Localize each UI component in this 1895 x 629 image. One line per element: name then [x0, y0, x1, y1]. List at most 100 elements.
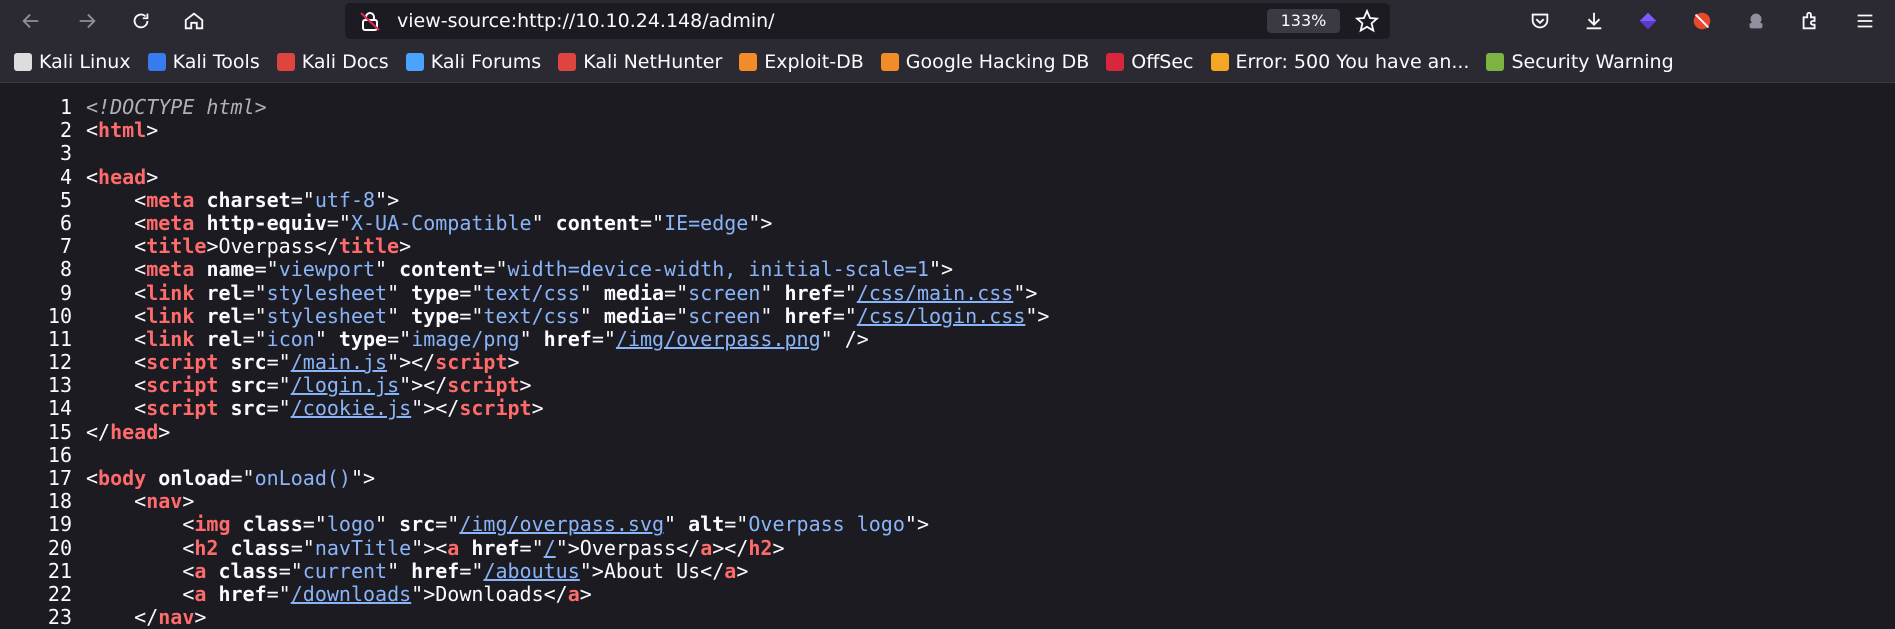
source-code: </nav>	[86, 606, 206, 629]
source-token: ">About Us</	[579, 558, 725, 583]
reload-icon[interactable]	[124, 4, 158, 38]
source-link[interactable]: /cookie.js	[291, 396, 411, 420]
source-token: <	[86, 187, 147, 212]
source-token: "	[387, 303, 412, 328]
zoom-level-badge[interactable]: 133%	[1267, 9, 1340, 33]
source-token: link	[146, 303, 195, 328]
source-token: navTitle	[314, 535, 412, 560]
bookmark-item[interactable]: Kali Forums	[405, 51, 541, 73]
line-number: 13	[47, 373, 72, 398]
source-token: href	[543, 326, 592, 351]
bookmark-item[interactable]: Exploit-DB	[739, 51, 864, 73]
bookmark-item[interactable]: Kali Tools	[147, 51, 260, 73]
source-token: icon	[266, 326, 315, 351]
source-token: script	[146, 396, 219, 421]
bookmark-item[interactable]: Google Hacking DB	[880, 51, 1089, 73]
source-line: 16	[0, 442, 1895, 467]
line-number: 11	[47, 326, 72, 351]
source-token: >	[772, 535, 785, 560]
source-line: 11 <link rel="icon" type="image/png" hre…	[0, 326, 1895, 351]
source-link[interactable]: /css/main.css	[857, 281, 1014, 305]
source-token: screen	[688, 280, 761, 305]
source-token: ="	[266, 396, 291, 421]
source-token: onLoad()	[254, 466, 351, 490]
extension-icon[interactable]	[1631, 4, 1665, 38]
source-token: ">Overpass</	[555, 535, 701, 560]
source-token: a	[567, 581, 580, 606]
source-token: meta	[146, 257, 195, 282]
source-token: <	[86, 257, 147, 282]
source-token: <	[86, 303, 147, 328]
source-link[interactable]: /img/overpass.png	[616, 327, 821, 351]
line-number: 16	[47, 442, 72, 467]
source-link[interactable]: /	[544, 536, 556, 560]
menu-icon[interactable]	[1848, 4, 1882, 38]
source-link[interactable]: /aboutus	[483, 559, 579, 583]
source-line: 17 <body onload="onLoad()">	[0, 466, 1895, 490]
source-link[interactable]: /downloads	[291, 582, 411, 606]
source-link[interactable]: /img/overpass.svg	[459, 512, 664, 536]
source-token: ="	[387, 326, 412, 351]
source-link[interactable]: /main.js	[291, 350, 387, 374]
source-token: "></	[411, 396, 460, 421]
line-number: 7	[59, 234, 72, 259]
source-token: <	[86, 512, 195, 537]
bookmark-favicon-icon	[276, 52, 295, 71]
source-link[interactable]: /css/login.css	[857, 304, 1026, 328]
extension-icon[interactable]	[1685, 4, 1719, 38]
bookmark-favicon-icon	[1486, 52, 1505, 71]
source-line: 7 <title>Overpass</title>	[0, 234, 1895, 259]
source-token	[194, 188, 206, 212]
source-token: media	[603, 303, 665, 328]
source-link[interactable]: /login.js	[291, 373, 399, 397]
bookmark-label: Security Warning	[1511, 50, 1674, 73]
source-line: 23 </nav>	[0, 605, 1895, 629]
source-token: script	[435, 350, 508, 375]
source-token: ">	[1025, 303, 1050, 328]
bookmark-item[interactable]: Kali NetHunter	[558, 51, 722, 73]
bookmark-star-icon[interactable]	[1355, 9, 1379, 33]
source-token: class	[230, 535, 291, 560]
source-line: 2 <html>	[0, 118, 1895, 143]
source-token: "	[579, 303, 604, 328]
bookmark-item[interactable]: Error: 500 You have an...	[1210, 51, 1469, 73]
source-line: 14 <script src="/cookie.js"></script>	[0, 397, 1895, 420]
extension-icon[interactable]	[1739, 4, 1773, 38]
source-token: media	[603, 280, 665, 305]
line-number: 15	[47, 419, 72, 444]
source-token: h2	[748, 535, 773, 560]
back-icon[interactable]	[14, 4, 48, 38]
source-token: head	[110, 419, 159, 444]
source-token: script	[459, 396, 532, 421]
source-token: ="	[832, 303, 857, 328]
line-number: 18	[47, 489, 72, 514]
source-token: "	[531, 210, 556, 235]
url-bar[interactable]: view-source:http://10.10.24.148/admin/ 1…	[345, 3, 1390, 39]
url-text[interactable]: view-source:http://10.10.24.148/admin/	[397, 3, 775, 39]
pocket-icon[interactable]	[1523, 4, 1557, 38]
bookmark-item[interactable]: Security Warning	[1486, 50, 1674, 73]
bookmark-item[interactable]: Kali Docs	[276, 51, 389, 73]
bookmark-favicon-icon	[405, 52, 424, 71]
extensions-icon[interactable]	[1793, 4, 1827, 38]
download-icon[interactable]	[1577, 4, 1611, 38]
source-token: </	[86, 419, 111, 444]
source-token: class	[218, 558, 279, 583]
source-token: text/css	[483, 280, 580, 305]
source-token: viewport	[278, 257, 376, 282]
bookmark-favicon-icon	[880, 52, 899, 71]
bookmark-item[interactable]: Kali Linux	[14, 51, 131, 73]
bookmark-item[interactable]: OffSec	[1106, 51, 1194, 73]
source-token: link	[146, 326, 195, 351]
forward-icon[interactable]	[70, 4, 104, 38]
source-code: <script src="/login.js"></script>	[86, 373, 531, 397]
source-token: rel	[206, 303, 243, 328]
home-icon[interactable]	[177, 4, 211, 38]
source-token: >	[146, 118, 159, 143]
insecure-lock-icon	[360, 12, 380, 31]
source-token: http-equiv	[206, 210, 327, 235]
source-line: 15 </head>	[0, 419, 1895, 444]
source-token: "	[375, 512, 400, 537]
line-number: 9	[59, 280, 72, 305]
source-token	[218, 350, 230, 374]
